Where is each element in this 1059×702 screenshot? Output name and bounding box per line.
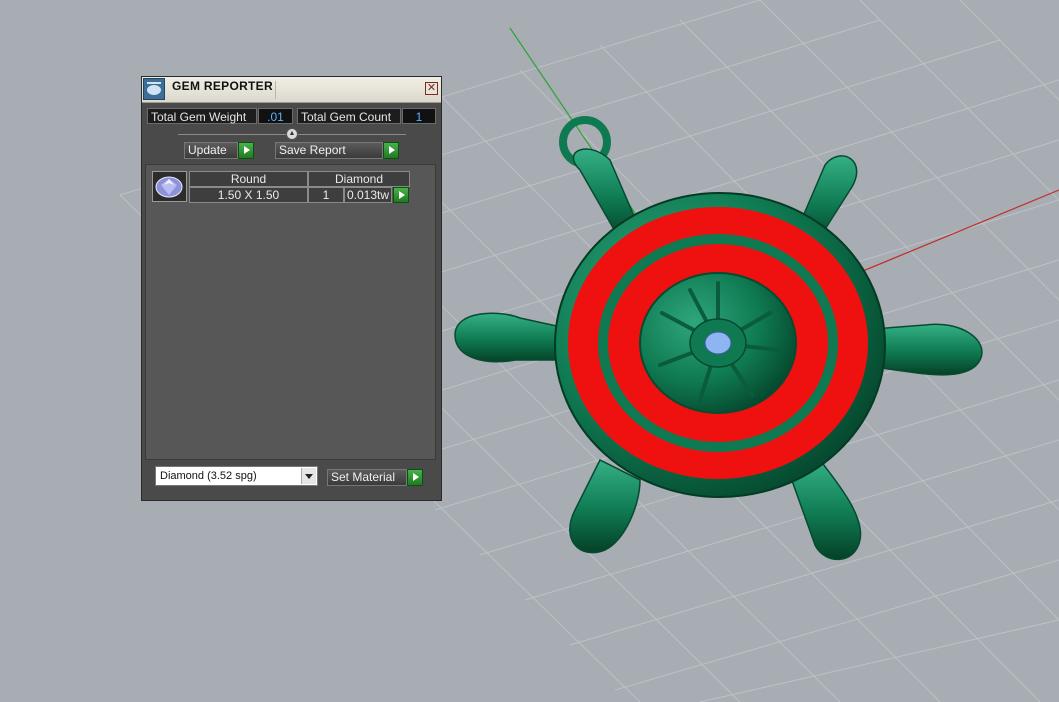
window-titlebar[interactable]: GEM REPORTER ✕	[142, 77, 441, 103]
material-select-value: Diamond (3.52 spg)	[160, 470, 257, 482]
gem-material-header: Diamond	[308, 171, 410, 187]
gem-shape-header: Round	[189, 171, 308, 187]
gem-round-thumbnail-icon[interactable]	[152, 171, 187, 202]
total-gem-count-value: 1	[402, 108, 436, 124]
total-gem-weight-label: Total Gem Weight	[147, 108, 257, 124]
close-icon: ✕	[426, 82, 437, 94]
set-material-arrow-icon[interactable]	[407, 469, 423, 486]
chevron-down-icon[interactable]	[301, 468, 316, 484]
total-gem-weight-value: .01	[258, 108, 293, 124]
save-report-arrow-icon[interactable]	[383, 142, 399, 159]
gem-reporter-logo-icon	[143, 78, 165, 100]
update-button[interactable]: Update	[184, 142, 238, 159]
save-report-button[interactable]: Save Report	[275, 142, 383, 159]
total-gem-count-label: Total Gem Count	[297, 108, 401, 124]
gem-list-panel: Round Diamond 1.50 X 1.50 1 0.013tw	[145, 164, 436, 460]
material-select[interactable]: Diamond (3.52 spg)	[155, 466, 318, 486]
close-button[interactable]: ✕	[425, 82, 438, 95]
title-separator	[275, 81, 276, 99]
gem-reporter-window: GEM REPORTER ✕ Total Gem Weight .01 Tota…	[141, 76, 442, 501]
window-title: GEM REPORTER	[172, 79, 273, 93]
gem-weight-cell: 0.013tw	[344, 187, 392, 203]
set-material-button[interactable]: Set Material	[327, 469, 407, 486]
gem-stone	[704, 331, 732, 355]
update-arrow-icon[interactable]	[238, 142, 254, 159]
handle-bottom-left	[569, 458, 641, 554]
collapse-toggle-icon[interactable]: ▲	[286, 128, 298, 140]
gem-row-arrow-icon[interactable]	[393, 187, 409, 203]
gem-size-cell: 1.50 X 1.50	[189, 187, 308, 203]
gem-count-cell: 1	[308, 187, 344, 203]
